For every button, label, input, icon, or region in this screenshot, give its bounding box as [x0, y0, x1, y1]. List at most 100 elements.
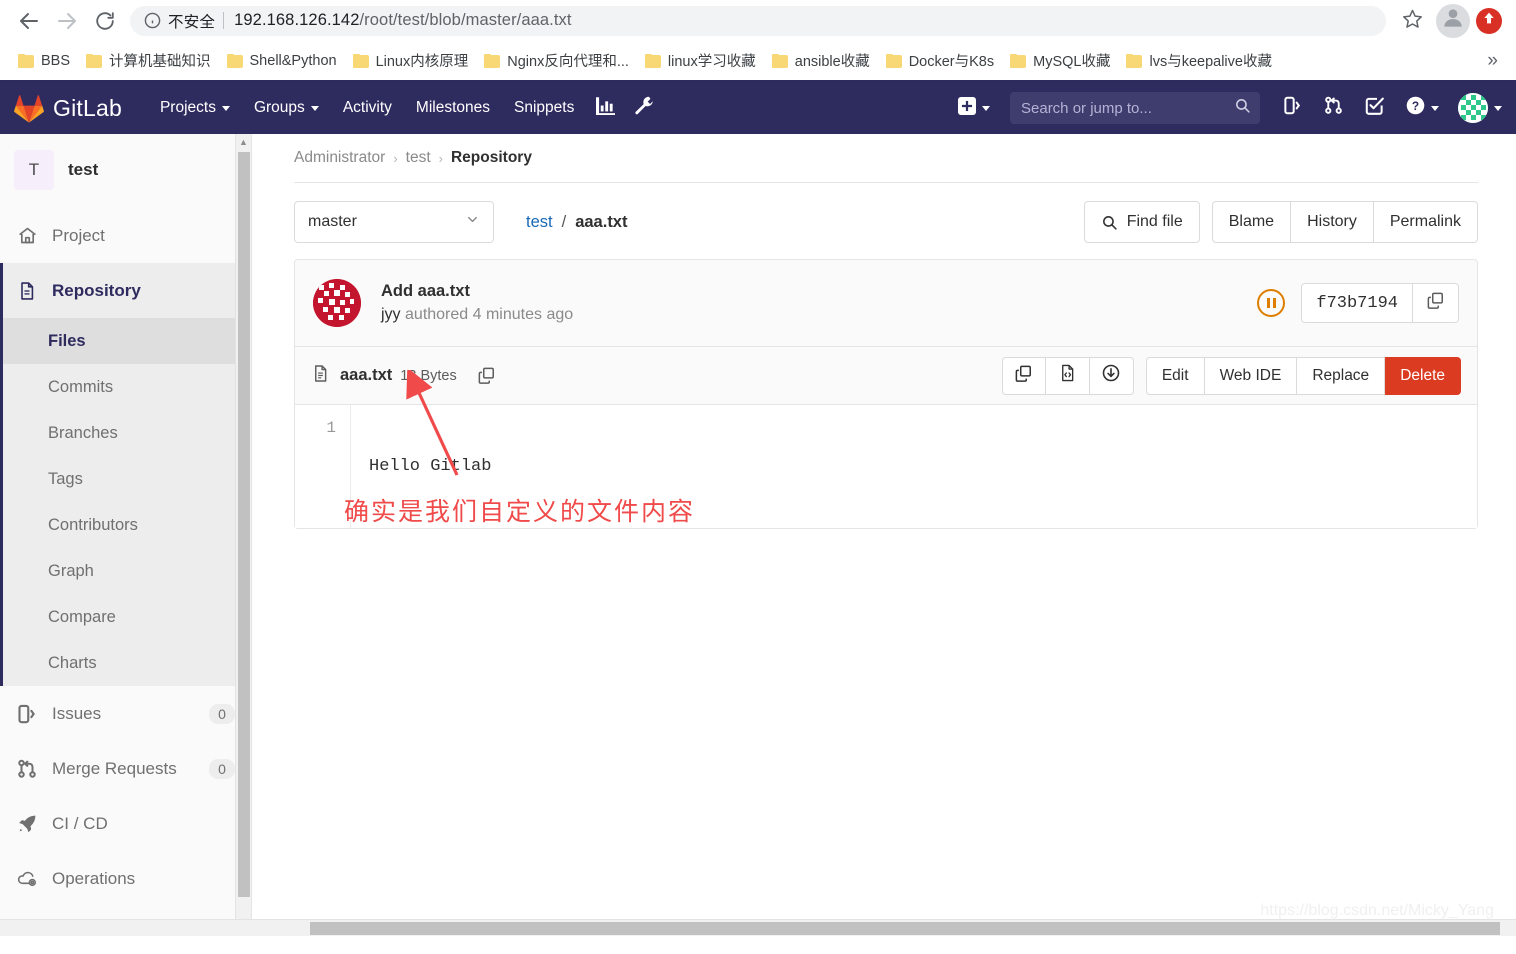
back-button[interactable]	[10, 2, 48, 40]
download-button[interactable]	[1090, 357, 1134, 395]
search-input[interactable]	[1019, 99, 1234, 118]
navbar-merge-requests-button[interactable]	[1313, 82, 1354, 134]
sidebar-item-branches[interactable]: Branches	[3, 410, 251, 456]
breadcrumb-owner[interactable]: Administrator	[294, 149, 385, 167]
bookmark-item[interactable]: ansible收藏	[766, 47, 876, 75]
branch-selector[interactable]: master	[294, 201, 494, 243]
copy-sha-button[interactable]	[1413, 283, 1459, 323]
edit-button[interactable]: Edit	[1146, 357, 1205, 395]
sidebar-item-charts[interactable]: Charts	[3, 640, 251, 686]
nav-analytics-button[interactable]	[586, 82, 625, 134]
replace-button[interactable]: Replace	[1297, 357, 1385, 395]
bookmark-star-button[interactable]	[1394, 3, 1430, 39]
history-button[interactable]: History	[1291, 201, 1374, 243]
sidebar-item-graph[interactable]: Graph	[3, 548, 251, 594]
bookmark-label: Nginx反向代理和...	[507, 50, 629, 71]
navbar-issues-button[interactable]	[1272, 82, 1313, 134]
sidebar-project-header[interactable]: T test	[0, 134, 251, 208]
profile-avatar-button[interactable]	[1436, 4, 1470, 38]
gitlab-home-link[interactable]: GitLab	[14, 94, 122, 123]
new-item-button[interactable]	[950, 97, 998, 120]
address-bar[interactable]: 不安全 192.168.126.142/root/test/blob/maste…	[130, 6, 1386, 36]
breadcrumb-project[interactable]: test	[406, 149, 431, 167]
folder-icon	[484, 54, 500, 68]
nav-activity[interactable]: Activity	[331, 82, 404, 134]
svg-text:?: ?	[1412, 99, 1419, 113]
sidebar-item-label: Repository	[52, 281, 141, 301]
chevron-down-icon	[1431, 106, 1439, 111]
scroll-up-arrow-icon[interactable]: ▲	[236, 134, 251, 150]
download-icon	[1101, 363, 1121, 388]
file-actions: Edit Web IDE Replace Delete	[1002, 357, 1461, 395]
reload-button[interactable]	[86, 2, 124, 40]
breadcrumb-divider	[294, 182, 1478, 183]
url-host: 192.168.126.142	[234, 11, 359, 29]
ci-status-badge[interactable]	[1257, 289, 1285, 317]
copy-contents-button[interactable]	[1002, 357, 1046, 395]
sidebar-item-commits[interactable]: Commits	[3, 364, 251, 410]
sidebar-item-files[interactable]: Files	[3, 318, 251, 364]
global-search[interactable]	[1010, 92, 1260, 124]
sidebar-item-operations[interactable]: Operations	[0, 851, 251, 906]
bookmark-item[interactable]: BBS	[12, 47, 76, 75]
commit-meta: jyy authored 4 minutes ago	[381, 306, 573, 324]
sidebar-item-contributors[interactable]: Contributors	[3, 502, 251, 548]
browser-update-button[interactable]	[1476, 8, 1502, 34]
horizontal-scrollbar-thumb[interactable]	[310, 922, 1500, 935]
nav-milestones[interactable]: Milestones	[404, 82, 502, 134]
find-file-button[interactable]: Find file	[1084, 201, 1200, 243]
nav-projects[interactable]: Projects	[148, 82, 242, 134]
horizontal-scrollbar[interactable]	[0, 919, 1516, 936]
nav-snippets[interactable]: Snippets	[502, 82, 586, 134]
nav-groups[interactable]: Groups	[242, 82, 331, 134]
find-file-label: Find file	[1127, 213, 1183, 231]
path-root-link[interactable]: test	[526, 213, 553, 232]
nav-admin-button[interactable]	[625, 82, 664, 134]
open-raw-button[interactable]	[1046, 357, 1090, 395]
sidebar-item-compare[interactable]: Compare	[3, 594, 251, 640]
folder-icon	[1010, 54, 1026, 68]
bookmark-item[interactable]: Docker与K8s	[880, 47, 1000, 75]
rocket-icon	[16, 813, 38, 835]
delete-button[interactable]: Delete	[1385, 357, 1461, 395]
commit-sha[interactable]: f73b7194	[1301, 283, 1413, 323]
bookmark-item[interactable]: linux学习收藏	[639, 47, 762, 75]
bookmark-item[interactable]: MySQL收藏	[1004, 47, 1116, 75]
sidebar-item-issues[interactable]: Issues 0	[0, 686, 251, 741]
info-circle-icon[interactable]	[144, 12, 161, 29]
sidebar-item-ci-cd[interactable]: CI / CD	[0, 796, 251, 851]
line-number[interactable]: 1	[295, 419, 336, 437]
bookmark-item[interactable]: lvs与keepalive收藏	[1120, 47, 1278, 75]
search-icon[interactable]	[1234, 97, 1251, 119]
commit-sha-group: f73b7194	[1301, 283, 1459, 323]
user-menu-button[interactable]	[1450, 93, 1502, 123]
sidebar-item-label: Merge Requests	[52, 759, 177, 779]
bookmark-item[interactable]: Linux内核原理	[347, 47, 475, 75]
commit-author[interactable]: jyy	[381, 306, 401, 323]
help-circle-icon: ?	[1406, 96, 1425, 120]
sidebar-item-merge-requests[interactable]: Merge Requests 0	[0, 741, 251, 796]
breadcrumb-current: Repository	[451, 149, 532, 167]
sidebar-scrollbar-thumb[interactable]	[238, 152, 250, 897]
commit-author-avatar	[313, 279, 361, 327]
navbar-todos-button[interactable]	[1354, 82, 1395, 134]
bookmarks-overflow-button[interactable]: »	[1479, 50, 1506, 72]
bookmark-item[interactable]: Nginx反向代理和...	[478, 47, 635, 75]
navbar-help-button[interactable]: ?	[1395, 82, 1450, 134]
merge-request-icon	[1324, 96, 1343, 120]
permalink-button[interactable]: Permalink	[1374, 201, 1478, 243]
forward-button[interactable]	[48, 2, 86, 40]
sidebar-item-project[interactable]: Project	[0, 208, 251, 263]
bookmark-item[interactable]: Shell&Python	[221, 47, 343, 75]
commit-title[interactable]: Add aaa.txt	[381, 282, 573, 301]
sidebar-item-repository[interactable]: Repository	[3, 263, 251, 318]
nav-groups-label: Groups	[254, 99, 305, 117]
web-ide-button[interactable]: Web IDE	[1205, 357, 1298, 395]
bookmark-item[interactable]: 计算机基础知识	[80, 47, 217, 75]
sidebar-scrollbar[interactable]: ▲	[235, 134, 251, 936]
copy-file-path-button[interactable]	[477, 366, 496, 385]
blame-button[interactable]: Blame	[1212, 201, 1291, 243]
gitlab-navbar-right: ?	[950, 82, 1502, 134]
sidebar-item-label: Issues	[52, 704, 101, 724]
sidebar-item-tags[interactable]: Tags	[3, 456, 251, 502]
